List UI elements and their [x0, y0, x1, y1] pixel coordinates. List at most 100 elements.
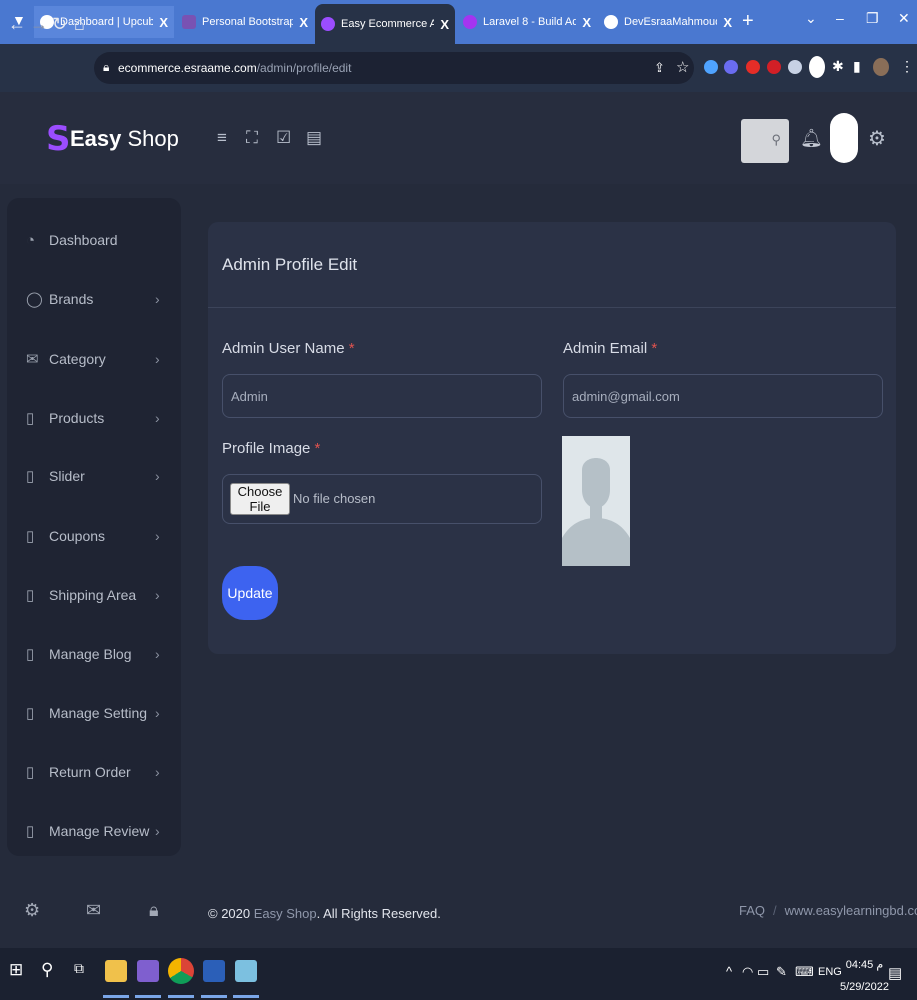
tab-github-repo[interactable]: DevEsraaMahmoud/Ecommerce X [598, 6, 738, 38]
extension-icon[interactable] [809, 56, 825, 78]
mail-icon[interactable]: ✉ [86, 900, 101, 921]
word-icon[interactable] [203, 960, 225, 982]
home-icon[interactable]: ⌂ [74, 14, 85, 35]
windows-start-icon[interactable]: ⊞ [9, 960, 23, 980]
close-window-icon[interactable]: ✕ [898, 10, 910, 27]
sidebar-item-category[interactable]: ✉ Category › [7, 339, 181, 379]
sidebar-item-return-order[interactable]: ▯ Return Order › [7, 752, 181, 792]
extension-icon[interactable] [788, 60, 802, 74]
bookmark-star-icon[interactable]: ☆ [676, 58, 689, 76]
fullscreen-icon[interactable]: ⛶ [246, 128, 258, 148]
easyshop-icon [321, 17, 335, 31]
email-field[interactable] [563, 374, 883, 418]
sidebar-item-dashboard[interactable]: ◔ Dashboard [7, 220, 181, 260]
email-label: Admin Email * [563, 340, 657, 357]
active-indicator [201, 995, 227, 998]
profile-image-label: Profile Image * [222, 440, 320, 457]
gear-icon[interactable]: ⚙ [868, 126, 886, 151]
search-icon[interactable]: ⚲ [771, 132, 781, 148]
update-button[interactable]: Update [222, 566, 278, 620]
tab-laravel-udemy[interactable]: Laravel 8 - Build Advance Ecommerce X [457, 6, 597, 38]
visual-studio-icon[interactable] [137, 960, 159, 982]
avatar-placeholder-icon [562, 436, 630, 566]
new-tab-button[interactable]: + [742, 10, 754, 33]
footer-brand-link[interactable]: Easy Shop [254, 906, 317, 921]
udemy-icon [463, 15, 477, 29]
copyright: © 2020 Easy Shop. All Rights Reserved. [208, 906, 441, 921]
username-field[interactable] [222, 374, 542, 418]
extension-icon[interactable] [724, 60, 738, 74]
logo-mark[interactable]: S [46, 119, 71, 159]
settings-icon[interactable]: ⚙ [24, 900, 40, 921]
chevron-right-icon: › [155, 646, 160, 662]
task-view-icon[interactable]: ⧉ [74, 960, 84, 977]
copyright-suffix: . All Rights Reserved. [316, 906, 441, 921]
extension-icon[interactable] [746, 60, 760, 74]
extension-icon[interactable] [704, 60, 718, 74]
close-tab-icon[interactable]: X [440, 17, 449, 32]
sidebar-item-slider[interactable]: ▯ Slider › [7, 456, 181, 496]
back-icon[interactable]: ← [8, 14, 26, 35]
active-indicator [103, 995, 129, 998]
restore-icon[interactable]: ❐ [866, 10, 879, 27]
notifications-icon[interactable]: ▤ [888, 964, 902, 982]
share-icon[interactable]: ⇪ [654, 60, 665, 76]
wifi-icon[interactable]: ◠ [742, 964, 753, 980]
puzzle-icon[interactable]: ✱ [832, 58, 844, 75]
menu-toggle-icon[interactable]: ≡ [217, 128, 227, 148]
forward-icon[interactable]: → [30, 14, 48, 35]
close-tab-icon[interactable]: X [159, 15, 168, 30]
close-tab-icon[interactable]: X [299, 15, 308, 30]
sidebar-item-shipping-area[interactable]: ▯ Shipping Area › [7, 575, 181, 615]
profile-avatar-icon[interactable] [873, 58, 889, 76]
calendar-icon[interactable]: ▤ [306, 128, 322, 148]
tray-chevron-icon[interactable]: ^ [726, 964, 732, 979]
app-icon[interactable] [235, 960, 257, 982]
lock-icon[interactable]: 🔒︎ [103, 60, 109, 75]
close-tab-icon[interactable]: X [723, 15, 732, 30]
search-input[interactable]: ⚲ [741, 119, 789, 163]
faq-link[interactable]: FAQ [739, 903, 765, 918]
language-indicator[interactable]: ENG [818, 966, 842, 978]
sidepanel-icon[interactable]: ▮ [853, 58, 861, 75]
adblock-icon[interactable] [767, 60, 781, 74]
battery-icon[interactable]: ▭ [757, 964, 769, 980]
sidebar-item-coupons[interactable]: ▯ Coupons › [7, 516, 181, 556]
search-icon[interactable]: ⚲ [41, 960, 53, 980]
chevron-right-icon: › [155, 823, 160, 839]
sidebar-item-brands[interactable]: ◯ Brands › [7, 279, 181, 319]
chevron-right-icon: › [155, 528, 160, 544]
url-text[interactable]: ecommerce.esraame.com/admin/profile/edit [118, 61, 351, 75]
keyboard-icon[interactable]: ⌨ [795, 964, 814, 980]
menu-kebab-icon[interactable]: ⋮ [900, 58, 914, 75]
sidebar-item-manage-blog[interactable]: ▯ Manage Blog › [7, 634, 181, 674]
avatar[interactable] [830, 113, 858, 163]
file-icon: ▯ [26, 823, 35, 840]
minimize-icon[interactable]: – [836, 10, 844, 26]
lock-icon[interactable]: 🔒︎ [149, 900, 159, 921]
sidebar-item-manage-setting[interactable]: ▯ Manage Setting › [7, 693, 181, 733]
checkbox-icon[interactable]: ☑ [276, 128, 291, 148]
email-label-text: Admin Email [563, 340, 648, 357]
url-path: /admin/profile/edit [256, 61, 352, 75]
bell-icon[interactable]: 🔔︎ [800, 128, 823, 149]
choose-file-button[interactable]: Choose File [230, 483, 290, 515]
reload-icon[interactable]: ↻ [52, 14, 67, 35]
sidebar-item-manage-review[interactable]: ▯ Manage Review › [7, 811, 181, 851]
file-explorer-icon[interactable] [105, 960, 127, 982]
logo-bold: Easy [70, 126, 122, 151]
close-tab-icon[interactable]: X [582, 15, 591, 30]
tab-search-icon[interactable]: ⌄ [805, 10, 817, 27]
tab-easy-ecommerce-admin[interactable]: Easy Ecommerce Admin - Dashboard X [315, 4, 455, 44]
sidebar-item-products[interactable]: ▯ Products › [7, 398, 181, 438]
tab-personal-bootstrap[interactable]: Personal Bootstrap Template X [176, 6, 314, 38]
username-label: Admin User Name * [222, 340, 355, 357]
chrome-icon[interactable] [168, 958, 194, 984]
clock[interactable]: 04:45 م 5/29/2022 [840, 954, 889, 998]
logo-text[interactable]: Easy Shop [70, 126, 179, 152]
pen-icon[interactable]: ✎ [776, 964, 787, 980]
sidebar-item-label: Manage Review [49, 823, 150, 839]
profile-edit-card [208, 222, 896, 654]
clock-time: 04:45 م [845, 959, 884, 971]
site-link[interactable]: www.easylearningbd.com [785, 903, 917, 918]
